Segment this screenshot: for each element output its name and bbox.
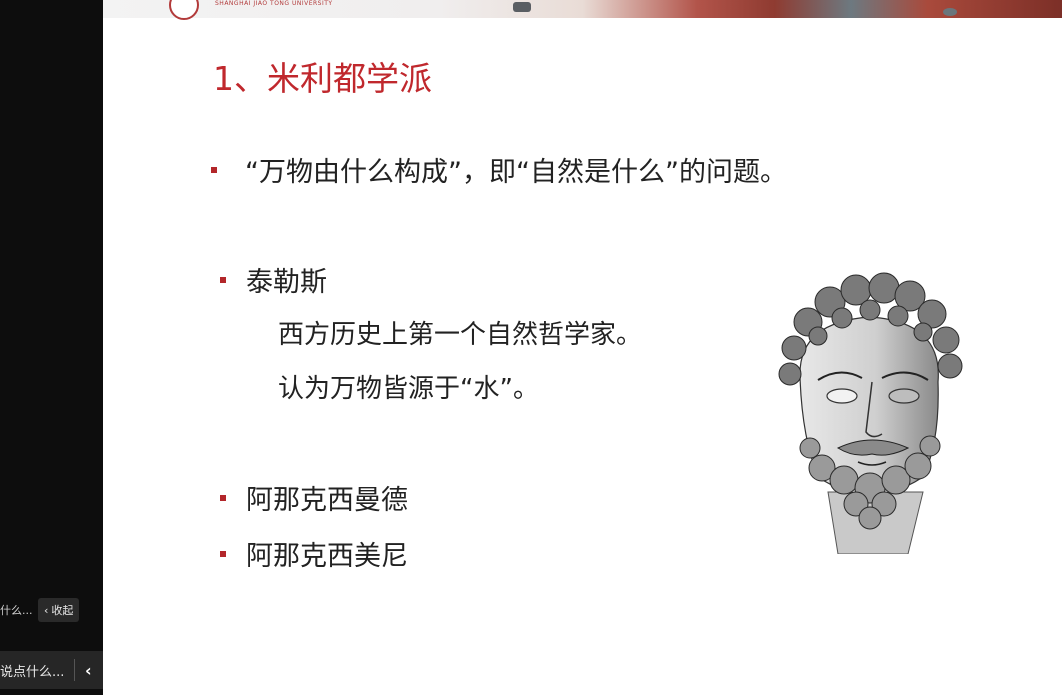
bullet-mark	[220, 550, 226, 557]
bullet-mark	[220, 276, 226, 283]
slide-title: 1、米利都学派	[213, 59, 432, 98]
chevron-left-icon: ‹	[44, 603, 49, 617]
university-name: SHANGHAI JIAO TONG UNIVERSITY	[215, 0, 333, 7]
banner-decoration	[943, 8, 957, 16]
slide-banner: SHANGHAI JIAO TONG UNIVERSITY	[103, 0, 1062, 20]
thales-portrait	[778, 272, 963, 554]
bullet-mark	[211, 166, 217, 173]
divider	[74, 659, 75, 681]
chevron-left-icon[interactable]: ‹	[85, 661, 92, 680]
comment-input-placeholder[interactable]: 说点什么...	[0, 661, 70, 680]
left-panel: 什么... ‹ 收起 说点什么... ‹	[0, 0, 108, 695]
thales-line-1: 西方历史上第一个自然哲学家。	[278, 320, 643, 350]
bullet-text: 泰勒斯	[246, 267, 327, 298]
screen: 什么... ‹ 收起 说点什么... ‹ SHANGHAI JIAO TONG …	[0, 0, 1062, 695]
bullet-thales: 泰勒斯	[220, 260, 327, 299]
bullet-text: 阿那克西曼德	[246, 485, 408, 516]
thales-line-2: 认为万物皆源于“水”。	[278, 374, 539, 404]
bullet-question: “万物由什么构成”，即“自然是什么”的问题。	[211, 150, 787, 189]
slide: SHANGHAI JIAO TONG UNIVERSITY 1、米利都学派 “万…	[103, 0, 1062, 695]
bullet-mark	[220, 494, 226, 501]
bullet-text: “万物由什么构成”，即“自然是什么”的问题。	[245, 157, 787, 188]
collapse-label: 收起	[51, 604, 74, 617]
banner-decoration	[513, 2, 531, 12]
bullet-anaximander: 阿那克西曼德	[220, 478, 408, 517]
bullet-text: 阿那克西美尼	[246, 541, 408, 572]
comment-chip: 什么... ‹ 收起	[0, 597, 80, 623]
bullet-anaximenes: 阿那克西美尼	[220, 534, 408, 573]
chip-text: 什么...	[0, 604, 33, 617]
comment-input-bar[interactable]: 说点什么... ‹	[0, 651, 108, 689]
collapse-button[interactable]: ‹ 收起	[38, 598, 80, 622]
university-logo-icon	[169, 0, 199, 20]
